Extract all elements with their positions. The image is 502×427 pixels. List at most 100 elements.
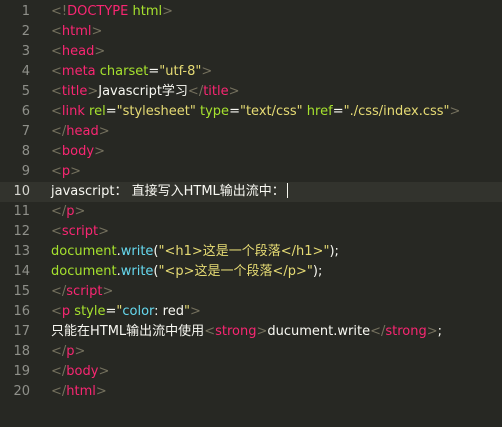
code-token: javascript： 直接写入HTML输出流中： bbox=[51, 184, 285, 199]
code-line[interactable]: 12 <script> bbox=[0, 222, 502, 242]
code-line[interactable]: 8 <body> bbox=[0, 142, 502, 162]
code-token: </ bbox=[51, 204, 67, 219]
code-line[interactable]: 6 <link rel="stylesheet" type="text/css" … bbox=[0, 102, 502, 122]
line-number: 7 bbox=[21, 124, 30, 139]
code-token: script bbox=[61, 224, 99, 239]
line-number: 17 bbox=[13, 324, 30, 339]
code-line[interactable]: 10 javascript： 直接写入HTML输出流中： bbox=[0, 182, 502, 202]
code-token: > bbox=[87, 84, 99, 99]
code-line[interactable]: 5 <title>Javascript学习</title> bbox=[0, 82, 502, 102]
line-number: 1 bbox=[21, 4, 30, 19]
line-code[interactable]: </head> bbox=[51, 122, 110, 142]
code-token: "utf-8" bbox=[159, 64, 202, 79]
code-token: < bbox=[51, 224, 62, 239]
code-line[interactable]: 3 <head> bbox=[0, 42, 502, 62]
line-code[interactable]: <head> bbox=[51, 42, 105, 62]
code-token: "<p>这是一个段落</p>" bbox=[158, 264, 313, 279]
line-code[interactable]: <meta charset="utf-8"> bbox=[51, 62, 212, 82]
code-token: > bbox=[70, 164, 82, 179]
code-token: ); bbox=[329, 244, 339, 259]
code-token: body bbox=[66, 364, 99, 379]
line-number: 4 bbox=[21, 64, 30, 79]
code-token: > bbox=[102, 284, 114, 299]
code-line[interactable]: 14 document.write("<p>这是一个段落</p>"); bbox=[0, 262, 502, 282]
code-token: = bbox=[332, 104, 344, 119]
line-number: 11 bbox=[13, 204, 30, 219]
line-code[interactable]: </p> bbox=[51, 202, 85, 222]
line-number: 18 bbox=[13, 344, 30, 359]
code-token: > bbox=[228, 84, 240, 99]
code-line[interactable]: 2 <html> bbox=[0, 22, 502, 42]
line-code[interactable]: </script> bbox=[51, 282, 113, 302]
code-token: < bbox=[51, 144, 62, 159]
code-line[interactable]: 1 <!DOCTYPE html> bbox=[0, 2, 502, 22]
line-number: 20 bbox=[13, 384, 30, 399]
code-token: </ bbox=[51, 344, 67, 359]
line-code[interactable]: document.write("<h1>这是一个段落</h1>"); bbox=[51, 242, 339, 262]
line-code[interactable]: 只能在HTML输出流中使用<strong>ducument.write</str… bbox=[51, 322, 442, 342]
line-code[interactable]: <p> bbox=[51, 162, 81, 182]
line-code[interactable]: <title>Javascript学习</title> bbox=[51, 82, 240, 102]
code-line[interactable]: 7 </head> bbox=[0, 122, 502, 142]
line-number: 19 bbox=[13, 364, 30, 379]
line-code[interactable]: <html> bbox=[51, 22, 102, 42]
code-line[interactable]: 15 </script> bbox=[0, 282, 502, 302]
code-token: ; bbox=[437, 324, 443, 339]
code-line[interactable]: 11 </p> bbox=[0, 202, 502, 222]
code-token: title bbox=[203, 84, 229, 99]
code-line[interactable]: 17 只能在HTML输出流中使用<strong>ducument.write</s… bbox=[0, 322, 502, 342]
code-token: strong bbox=[385, 324, 427, 339]
code-token: > bbox=[201, 64, 213, 79]
code-token: < bbox=[51, 104, 62, 119]
line-code[interactable]: </p> bbox=[51, 342, 85, 362]
code-token: </ bbox=[51, 284, 67, 299]
line-number: 13 bbox=[13, 244, 30, 259]
code-token: > bbox=[256, 324, 268, 339]
code-token: < bbox=[51, 84, 62, 99]
code-token: < bbox=[51, 24, 62, 39]
code-token: > bbox=[94, 44, 106, 59]
code-token: ducument.write bbox=[267, 324, 371, 339]
line-code[interactable]: <link rel="stylesheet" type="text/css" h… bbox=[51, 102, 460, 122]
code-token: document bbox=[51, 244, 117, 259]
code-token: </ bbox=[370, 324, 386, 339]
line-code[interactable]: </body> bbox=[51, 362, 109, 382]
code-token: "text/css" bbox=[239, 104, 303, 119]
code-token: meta bbox=[61, 64, 96, 79]
code-token: html bbox=[66, 384, 96, 399]
code-line[interactable]: 18 </p> bbox=[0, 342, 502, 362]
code-line[interactable]: 19 </body> bbox=[0, 362, 502, 382]
code-editor[interactable]: 1 <!DOCTYPE html> 2 <html> 3 <head> 4 <meta cha… bbox=[0, 0, 502, 427]
line-code[interactable]: javascript： 直接写入HTML输出流中： bbox=[51, 182, 288, 202]
code-line[interactable]: 13 document.write("<h1>这是一个段落</h1>"); bbox=[0, 242, 502, 262]
code-token: "./css/index.css" bbox=[343, 104, 450, 119]
code-token: html bbox=[128, 4, 163, 19]
line-code[interactable]: <p style="color: red"> bbox=[51, 302, 201, 322]
code-token: = bbox=[148, 64, 160, 79]
code-token: style bbox=[70, 304, 106, 319]
code-token: strong bbox=[215, 324, 257, 339]
code-token: > bbox=[94, 144, 105, 159]
line-code[interactable]: </html> bbox=[51, 382, 107, 402]
line-code[interactable]: <body> bbox=[51, 142, 105, 162]
code-token: Javascript学习 bbox=[98, 84, 188, 99]
code-line[interactable]: 20 </html> bbox=[0, 382, 502, 402]
code-token: html bbox=[61, 24, 92, 39]
code-token: > bbox=[98, 224, 110, 239]
code-line[interactable]: 9 <p> bbox=[0, 162, 502, 182]
line-code[interactable]: <!DOCTYPE html> bbox=[51, 2, 173, 22]
code-token: "stylesheet" bbox=[116, 104, 196, 119]
code-lines[interactable]: 1 <!DOCTYPE html> 2 <html> 3 <head> 4 <meta cha… bbox=[0, 2, 502, 402]
code-token: type bbox=[195, 104, 230, 119]
code-line[interactable]: 4 <meta charset="utf-8"> bbox=[0, 62, 502, 82]
code-token: > bbox=[449, 104, 461, 119]
line-code[interactable]: <script> bbox=[51, 222, 109, 242]
code-line[interactable]: 16 <p style="color: red"> bbox=[0, 302, 502, 322]
code-token: </ bbox=[51, 124, 67, 139]
code-token: p bbox=[66, 344, 75, 359]
code-token: document bbox=[51, 264, 117, 279]
code-token: = bbox=[229, 104, 240, 119]
line-code[interactable]: document.write("<p>这是一个段落</p>"); bbox=[51, 262, 322, 282]
code-token: head bbox=[61, 44, 95, 59]
line-number: 10 bbox=[13, 184, 30, 199]
